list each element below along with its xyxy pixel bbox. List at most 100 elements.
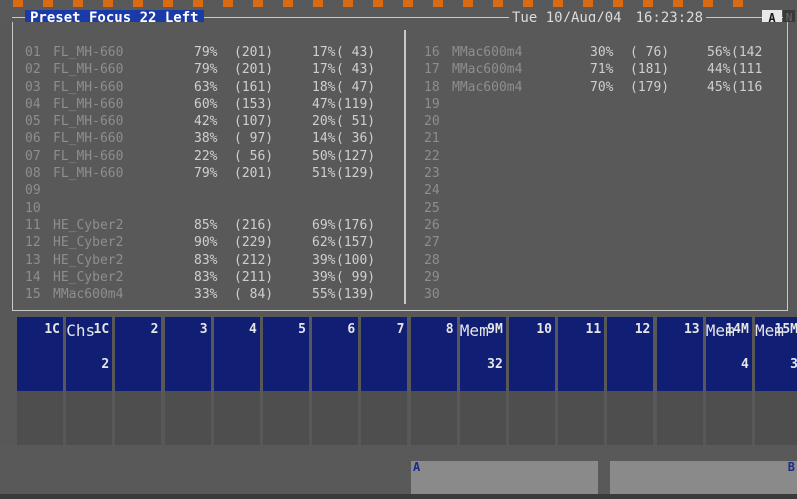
channel-name: FL_MH-660 <box>53 114 124 130</box>
playback-slot[interactable] <box>410 391 457 445</box>
channel-row[interactable]: 11 HE_Cyber2 85% (216) 69% (176) <box>25 217 403 234</box>
channel-row[interactable]: 03 FL_MH-660 63% (161) 18%( 47) <box>25 79 403 96</box>
channel-num: 04 <box>25 96 41 112</box>
channel-row[interactable]: 24 <box>424 182 797 199</box>
playback-slot[interactable] <box>164 391 211 445</box>
channel-row[interactable]: 19 <box>424 96 797 113</box>
channel-row[interactable]: 05 FL_MH-660 42% (107) 20%( 51) <box>25 113 403 130</box>
channel-row[interactable]: 14 HE_Cyber2 83% (211) 39%( 99) <box>25 269 403 286</box>
playback-slot[interactable] <box>558 391 605 445</box>
channel-row[interactable]: 26 <box>424 217 797 234</box>
channel-row[interactable]: 09 <box>25 182 403 199</box>
channel-row[interactable]: 12 HE_Cyber2 90% (229) 62% (157) <box>25 234 403 251</box>
channel-d1: (153) <box>234 96 274 112</box>
tile-number: 4 <box>248 322 257 337</box>
playback-tile[interactable]: 2 <box>115 317 162 391</box>
channel-num: 08 <box>25 166 41 182</box>
channel-name: MMac600m4 <box>452 62 523 78</box>
channel-d1: ( 56) <box>234 148 274 164</box>
channel-row[interactable]: 21 <box>424 130 797 147</box>
channel-name: HE_Cyber2 <box>53 269 124 285</box>
channel-row[interactable]: 08 FL_MH-660 79% (201) 51% (129) <box>25 165 403 182</box>
channel-row[interactable]: 23 <box>424 165 797 182</box>
channel-row[interactable]: 18 MMac600m4 70% (179) 45% (116 <box>424 79 797 96</box>
channel-row[interactable]: 04 FL_MH-660 60% (153) 47% (119) <box>25 96 403 113</box>
tile-number: 11 <box>585 322 602 337</box>
channel-row[interactable]: 20 <box>424 113 797 130</box>
channel-d1: (216) <box>234 217 274 233</box>
playback-slot[interactable] <box>213 391 260 445</box>
playback-tile[interactable]: 15M Mem 3 <box>755 317 797 391</box>
playback-tile[interactable]: 9M Mem 32 <box>459 317 506 391</box>
playback-slot[interactable] <box>656 391 703 445</box>
channel-num: 23 <box>424 166 440 182</box>
playback-tile[interactable]: 12 <box>607 317 654 391</box>
playback-slot[interactable] <box>66 391 113 445</box>
channel-row[interactable]: 01 FL_MH-660 79% (201) 17%( 43) <box>25 44 403 61</box>
channel-v1: 70% <box>590 79 614 95</box>
playback-slot[interactable] <box>312 391 359 445</box>
fader-a[interactable]: A <box>411 460 598 494</box>
channel-v2: 39% <box>312 269 336 285</box>
channel-row[interactable]: 25 <box>424 200 797 217</box>
channel-row[interactable]: 07 FL_MH-660 22% ( 56) 50% (127) <box>25 148 403 165</box>
playback-tile[interactable]: 10 <box>509 317 555 391</box>
channel-row[interactable]: 15 MMac600m4 33% ( 84) 55% (139) <box>25 286 403 303</box>
channel-row[interactable]: 10 <box>25 200 403 217</box>
playback-slot[interactable] <box>705 391 752 445</box>
playback-tile[interactable]: 14M Mem 4 <box>705 317 752 391</box>
channel-num: 30 <box>424 287 440 303</box>
channel-d2: ( 47) <box>336 79 376 95</box>
playback-slot[interactable] <box>509 391 555 445</box>
user-badge-alt[interactable]: N <box>783 10 795 22</box>
playback-tile[interactable]: 1C <box>17 317 63 391</box>
channel-num: 03 <box>25 79 41 95</box>
playback-slot[interactable] <box>607 391 654 445</box>
channel-row[interactable]: 27 <box>424 234 797 251</box>
column-divider <box>404 30 406 304</box>
channel-d1: (212) <box>234 252 274 268</box>
playback-slot[interactable] <box>17 391 63 445</box>
playback-slot[interactable] <box>459 391 506 445</box>
playback-tile[interactable]: 13 <box>656 317 703 391</box>
channel-row[interactable]: 02 FL_MH-660 79% (201) 17%( 43) <box>25 61 403 78</box>
user-badge[interactable]: A <box>762 10 782 22</box>
playback-tile[interactable]: 7 <box>361 317 408 391</box>
channel-d2: ( 36) <box>336 131 376 147</box>
fader-b[interactable]: B <box>610 460 797 494</box>
playback-tile[interactable]: 5 <box>263 317 309 391</box>
channel-name: MMac600m4 <box>452 45 523 60</box>
channel-v2: 47% <box>312 96 336 112</box>
playback-tile[interactable]: 1C Chs 2 <box>66 317 113 391</box>
channel-row[interactable]: 17 MMac600m4 71% (181) 44% (111 <box>424 61 797 78</box>
channel-d1: (181) <box>630 62 670 78</box>
playback-tile[interactable]: 8 <box>410 317 457 391</box>
channel-v1: 71% <box>590 62 614 78</box>
playback-tile[interactable]: 6 <box>312 317 359 391</box>
playback-slot[interactable] <box>263 391 309 445</box>
header-stripe <box>163 0 173 7</box>
channel-row[interactable]: 06 FL_MH-660 38% ( 97) 14%( 36) <box>25 130 403 147</box>
channel-v2: 44% <box>707 62 731 78</box>
channel-row[interactable]: 13 HE_Cyber2 83% (212) 39% (100) <box>25 252 403 269</box>
channel-row[interactable]: 28 <box>424 252 797 269</box>
tile-number: 1C <box>93 322 110 337</box>
header-stripe <box>553 0 563 7</box>
fader-a-label: A <box>413 460 421 474</box>
channel-num: 06 <box>25 131 41 147</box>
playback-tile[interactable]: 3 <box>164 317 211 391</box>
playback-tile[interactable]: 4 <box>213 317 260 391</box>
playback-slot[interactable] <box>361 391 408 445</box>
channel-num: 07 <box>25 148 41 164</box>
playback-slot[interactable] <box>115 391 162 445</box>
channel-num: 29 <box>424 269 440 285</box>
channel-v1: 63% <box>194 79 218 95</box>
channel-row[interactable]: 16 MMac600m4 30% ( 76) 56% (142 <box>424 44 797 61</box>
playback-slot[interactable] <box>755 391 797 445</box>
channel-row[interactable]: 30 <box>424 286 797 303</box>
date-text: Tue 10/Aug/04 <box>512 10 622 22</box>
channel-v1: 30% <box>590 45 614 60</box>
channel-row[interactable]: 22 <box>424 148 797 165</box>
channel-row[interactable]: 29 <box>424 269 797 286</box>
playback-tile[interactable]: 11 <box>558 317 605 391</box>
